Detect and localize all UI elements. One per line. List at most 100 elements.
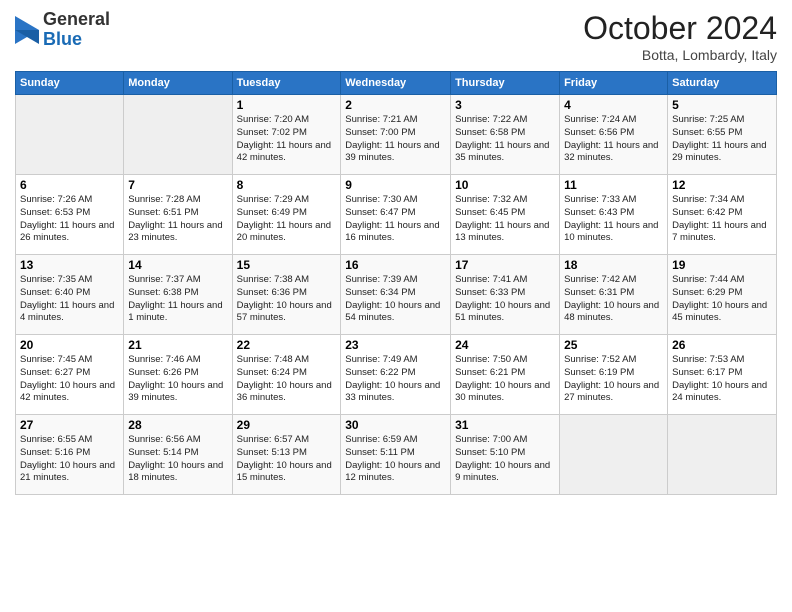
week-row-2: 6 Sunrise: 7:26 AM Sunset: 6:53 PM Daylig…	[16, 175, 777, 255]
calendar-cell: 7 Sunrise: 7:28 AM Sunset: 6:51 PM Daylig…	[124, 175, 232, 255]
calendar-cell: 18Sunrise: 7:42 AM Sunset: 6:31 PM Dayli…	[560, 255, 668, 335]
calendar-cell: 13 Sunrise: 7:35 AM Sunset: 6:40 PM Dayli…	[16, 255, 124, 335]
day-number: 14	[128, 258, 227, 272]
calendar-cell: 19Sunrise: 7:44 AM Sunset: 6:29 PM Dayli…	[668, 255, 777, 335]
col-saturday: Saturday	[668, 72, 777, 95]
day-info: Sunrise: 7:49 AM Sunset: 6:22 PM Dayligh…	[345, 354, 446, 405]
day-info: Sunrise: 7:00 AM Sunset: 5:10 PM Dayligh…	[455, 434, 555, 485]
day-number: 15	[237, 258, 337, 272]
logo-general: General	[43, 9, 110, 29]
day-info: Sunrise: 7:53 AM Sunset: 6:17 PM Dayligh…	[672, 354, 772, 405]
day-info: Sunrise: 7:30 AM Sunset: 6:47 PM Dayligh…	[345, 194, 446, 245]
calendar-cell: 3Sunrise: 7:22 AM Sunset: 6:58 PM Daylig…	[451, 95, 560, 175]
calendar-cell: 20 Sunrise: 7:45 AM Sunset: 6:27 PM Dayli…	[16, 335, 124, 415]
calendar-cell: 15 Sunrise: 7:38 AM Sunset: 6:36 PM Dayli…	[232, 255, 341, 335]
calendar-cell: 26 Sunrise: 7:53 AM Sunset: 6:17 PM Dayli…	[668, 335, 777, 415]
day-number: 5	[672, 98, 772, 112]
col-wednesday: Wednesday	[341, 72, 451, 95]
day-number: 26	[672, 338, 772, 352]
col-sunday: Sunday	[16, 72, 124, 95]
logo-text: General Blue	[43, 10, 110, 50]
day-number: 1	[237, 98, 337, 112]
logo-icon	[15, 16, 39, 44]
day-info: Sunrise: 7:25 AM Sunset: 6:55 PM Dayligh…	[672, 114, 772, 165]
calendar-cell: 1 Sunrise: 7:20 AM Sunset: 7:02 PM Daylig…	[232, 95, 341, 175]
calendar-cell: 6 Sunrise: 7:26 AM Sunset: 6:53 PM Daylig…	[16, 175, 124, 255]
calendar-cell: 12Sunrise: 7:34 AM Sunset: 6:42 PM Dayli…	[668, 175, 777, 255]
day-number: 17	[455, 258, 555, 272]
day-info: Sunrise: 7:45 AM Sunset: 6:27 PM Dayligh…	[20, 354, 119, 405]
calendar-cell: 17 Sunrise: 7:41 AM Sunset: 6:33 PM Dayli…	[451, 255, 560, 335]
day-info: Sunrise: 7:21 AM Sunset: 7:00 PM Dayligh…	[345, 114, 446, 165]
day-number: 25	[564, 338, 663, 352]
day-info: Sunrise: 7:37 AM Sunset: 6:38 PM Dayligh…	[128, 274, 227, 325]
day-number: 20	[20, 338, 119, 352]
day-number: 13	[20, 258, 119, 272]
day-number: 16	[345, 258, 446, 272]
day-info: Sunrise: 7:22 AM Sunset: 6:58 PM Dayligh…	[455, 114, 555, 165]
day-info: Sunrise: 7:35 AM Sunset: 6:40 PM Dayligh…	[20, 274, 119, 325]
day-number: 24	[455, 338, 555, 352]
day-info: Sunrise: 6:59 AM Sunset: 5:11 PM Dayligh…	[345, 434, 446, 485]
day-info: Sunrise: 6:56 AM Sunset: 5:14 PM Dayligh…	[128, 434, 227, 485]
day-number: 30	[345, 418, 446, 432]
day-info: Sunrise: 7:50 AM Sunset: 6:21 PM Dayligh…	[455, 354, 555, 405]
calendar-cell: 21Sunrise: 7:46 AM Sunset: 6:26 PM Dayli…	[124, 335, 232, 415]
day-number: 2	[345, 98, 446, 112]
calendar-cell: 10Sunrise: 7:32 AM Sunset: 6:45 PM Dayli…	[451, 175, 560, 255]
day-info: Sunrise: 6:57 AM Sunset: 5:13 PM Dayligh…	[237, 434, 337, 485]
day-info: Sunrise: 6:55 AM Sunset: 5:16 PM Dayligh…	[20, 434, 119, 485]
calendar-cell: 25 Sunrise: 7:52 AM Sunset: 6:19 PM Dayli…	[560, 335, 668, 415]
calendar-cell: 24 Sunrise: 7:50 AM Sunset: 6:21 PM Dayli…	[451, 335, 560, 415]
day-number: 4	[564, 98, 663, 112]
calendar-cell	[560, 415, 668, 495]
day-info: Sunrise: 7:26 AM Sunset: 6:53 PM Dayligh…	[20, 194, 119, 245]
month-title: October 2024	[583, 10, 777, 47]
day-info: Sunrise: 7:38 AM Sunset: 6:36 PM Dayligh…	[237, 274, 337, 325]
day-number: 11	[564, 178, 663, 192]
day-info: Sunrise: 7:29 AM Sunset: 6:49 PM Dayligh…	[237, 194, 337, 245]
day-number: 9	[345, 178, 446, 192]
calendar-cell: 31 Sunrise: 7:00 AM Sunset: 5:10 PM Dayli…	[451, 415, 560, 495]
day-number: 29	[237, 418, 337, 432]
day-number: 7	[128, 178, 227, 192]
col-thursday: Thursday	[451, 72, 560, 95]
day-number: 6	[20, 178, 119, 192]
col-monday: Monday	[124, 72, 232, 95]
day-number: 18	[564, 258, 663, 272]
day-number: 8	[237, 178, 337, 192]
calendar-cell: 27 Sunrise: 6:55 AM Sunset: 5:16 PM Dayli…	[16, 415, 124, 495]
day-info: Sunrise: 7:41 AM Sunset: 6:33 PM Dayligh…	[455, 274, 555, 325]
week-row-4: 20 Sunrise: 7:45 AM Sunset: 6:27 PM Dayli…	[16, 335, 777, 415]
logo-blue: Blue	[43, 29, 82, 49]
calendar-cell: 9 Sunrise: 7:30 AM Sunset: 6:47 PM Daylig…	[341, 175, 451, 255]
day-info: Sunrise: 7:24 AM Sunset: 6:56 PM Dayligh…	[564, 114, 663, 165]
day-info: Sunrise: 7:46 AM Sunset: 6:26 PM Dayligh…	[128, 354, 227, 405]
week-row-3: 13 Sunrise: 7:35 AM Sunset: 6:40 PM Dayli…	[16, 255, 777, 335]
calendar-cell: 5 Sunrise: 7:25 AM Sunset: 6:55 PM Daylig…	[668, 95, 777, 175]
day-number: 31	[455, 418, 555, 432]
day-number: 28	[128, 418, 227, 432]
day-number: 23	[345, 338, 446, 352]
calendar-cell	[124, 95, 232, 175]
calendar-cell	[16, 95, 124, 175]
calendar-cell: 8 Sunrise: 7:29 AM Sunset: 6:49 PM Daylig…	[232, 175, 341, 255]
title-block: October 2024 Botta, Lombardy, Italy	[583, 10, 777, 63]
day-info: Sunrise: 7:28 AM Sunset: 6:51 PM Dayligh…	[128, 194, 227, 245]
day-number: 27	[20, 418, 119, 432]
day-number: 10	[455, 178, 555, 192]
calendar-cell: 11Sunrise: 7:33 AM Sunset: 6:43 PM Dayli…	[560, 175, 668, 255]
col-tuesday: Tuesday	[232, 72, 341, 95]
day-number: 19	[672, 258, 772, 272]
calendar-cell: 30 Sunrise: 6:59 AM Sunset: 5:11 PM Dayli…	[341, 415, 451, 495]
calendar-cell: 4 Sunrise: 7:24 AM Sunset: 6:56 PM Daylig…	[560, 95, 668, 175]
day-info: Sunrise: 7:52 AM Sunset: 6:19 PM Dayligh…	[564, 354, 663, 405]
calendar-header-row: Sunday Monday Tuesday Wednesday Thursday…	[16, 72, 777, 95]
day-info: Sunrise: 7:48 AM Sunset: 6:24 PM Dayligh…	[237, 354, 337, 405]
calendar-cell: 14 Sunrise: 7:37 AM Sunset: 6:38 PM Dayli…	[124, 255, 232, 335]
day-info: Sunrise: 7:20 AM Sunset: 7:02 PM Dayligh…	[237, 114, 337, 165]
calendar-cell	[668, 415, 777, 495]
calendar-cell: 2 Sunrise: 7:21 AM Sunset: 7:00 PM Daylig…	[341, 95, 451, 175]
calendar-cell: 23 Sunrise: 7:49 AM Sunset: 6:22 PM Dayli…	[341, 335, 451, 415]
calendar-cell: 22Sunrise: 7:48 AM Sunset: 6:24 PM Dayli…	[232, 335, 341, 415]
